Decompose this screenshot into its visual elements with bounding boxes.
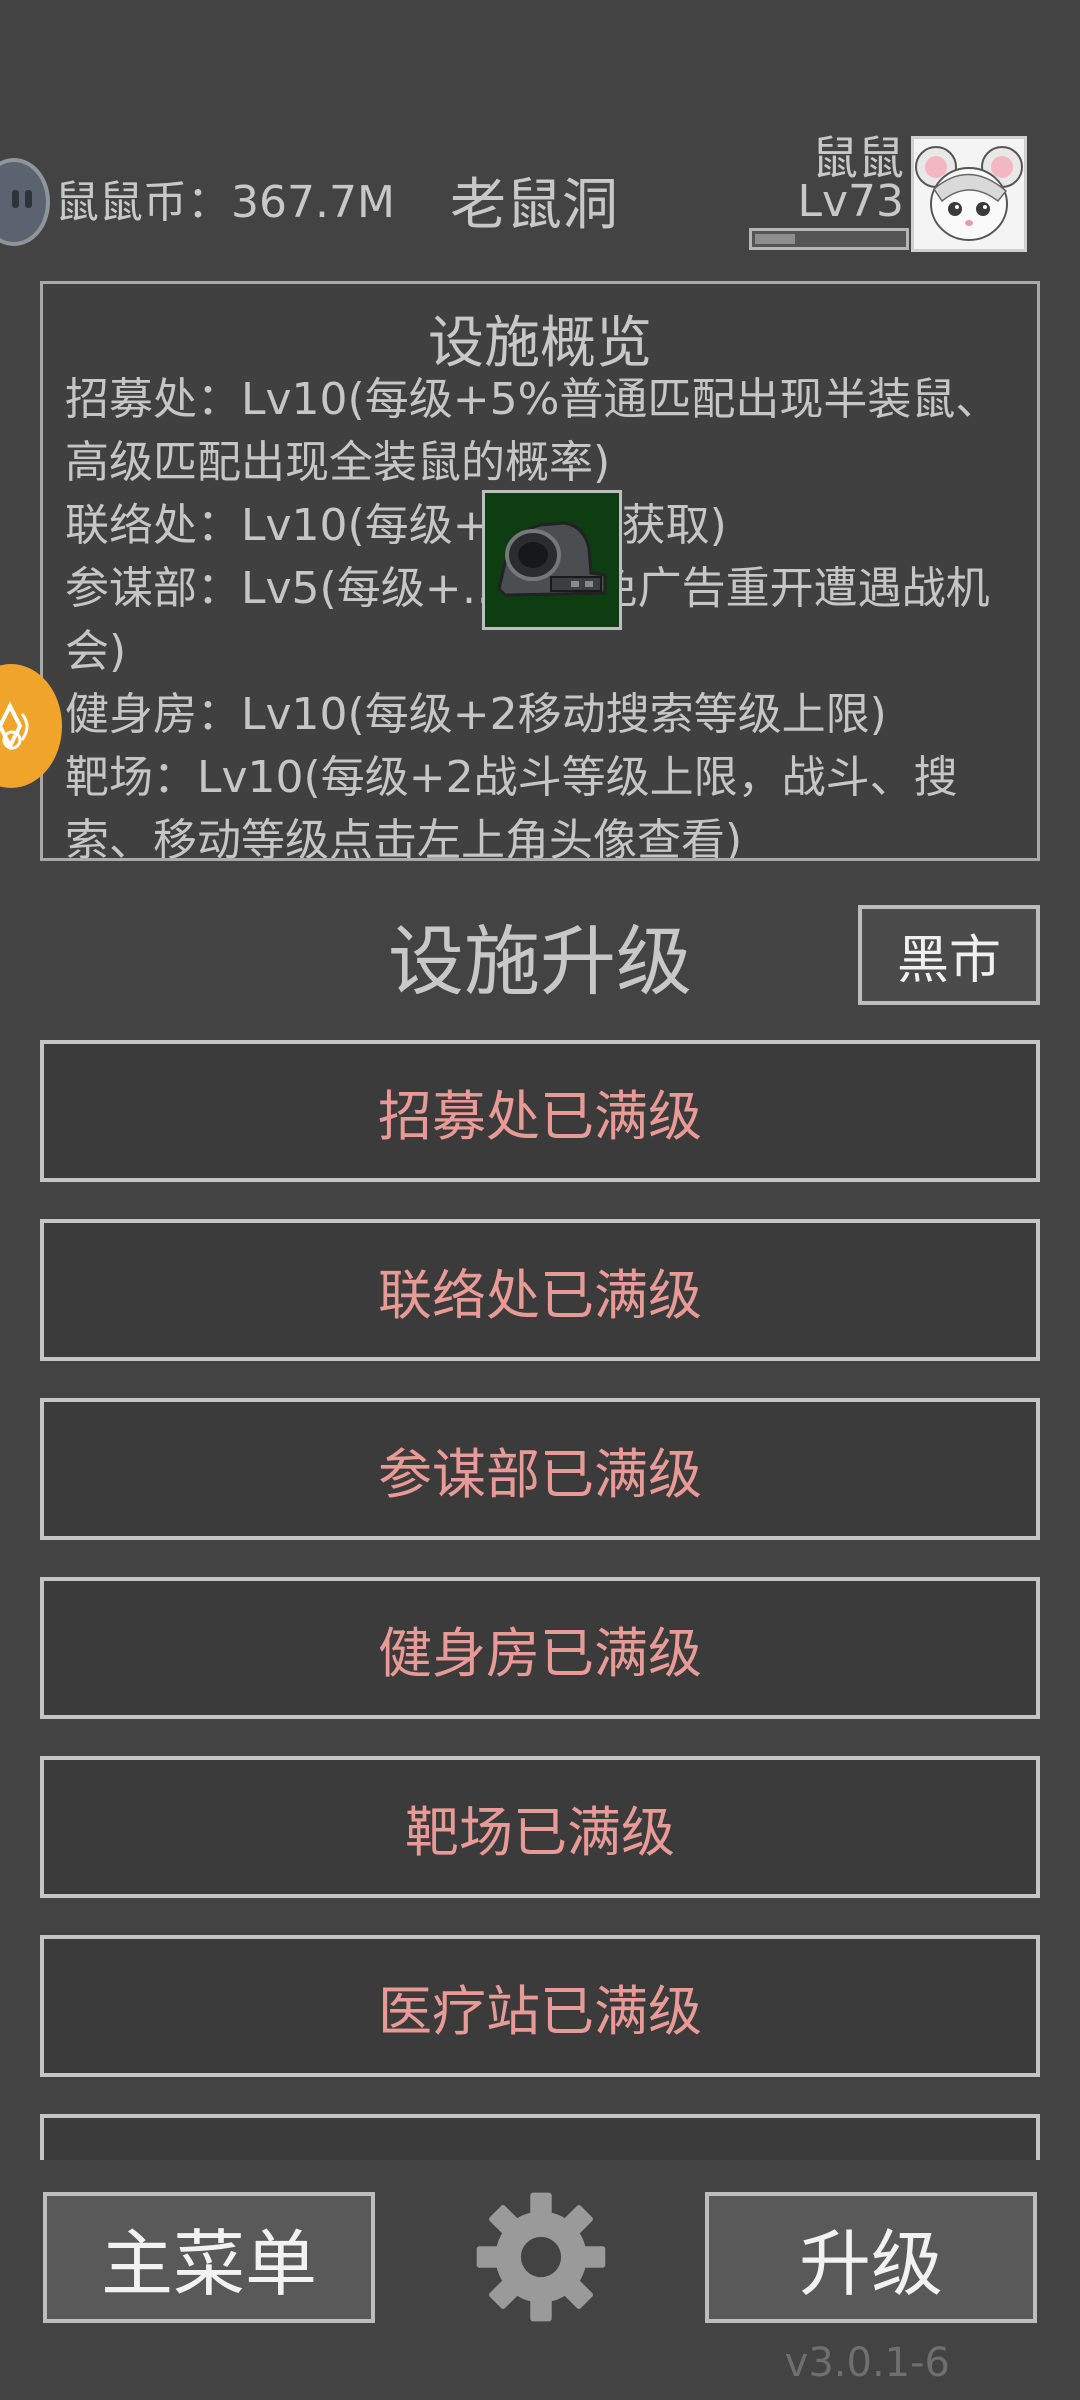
- overview-line-gym: 健身房：Lv10(每级+2移动搜索等级上限): [65, 689, 887, 740]
- player-avatar[interactable]: [911, 136, 1027, 252]
- red-dot-scope-icon: [497, 521, 607, 597]
- upgrade-next-button[interactable]: [40, 2114, 1040, 2160]
- upgrade-staff-button[interactable]: 参谋部已满级: [40, 1398, 1040, 1540]
- upgrade-gym-button[interactable]: 健身房已满级: [40, 1577, 1040, 1719]
- upgrade-liaison-button[interactable]: 联络处已满级: [40, 1219, 1040, 1361]
- overview-line-range: 靶场：Lv10(每级+2战斗等级上限，战斗、搜索、移动等级点击左上角头像查看): [65, 752, 958, 861]
- red-dot-scope-item[interactable]: [482, 490, 622, 630]
- white-mouse-avatar-icon: [914, 139, 1024, 249]
- settings-button[interactable]: [474, 2190, 608, 2324]
- area-title: 老鼠洞: [450, 173, 618, 238]
- overview-title: 设施概览: [428, 311, 652, 376]
- coin-balance: 鼠鼠币：367.7M: [55, 177, 395, 228]
- upgrade-medical-button[interactable]: 医疗站已满级: [40, 1935, 1040, 2077]
- upgrade-recruit-button[interactable]: 招募处已满级: [40, 1040, 1040, 1182]
- xp-progress-bar: [749, 228, 909, 250]
- event-symbol-icon: [0, 701, 29, 751]
- overview-line-recruit: 招募处：Lv10(每级+5%普通匹配出现半装鼠、高级匹配出现全装鼠的概率): [65, 374, 1000, 488]
- player-level: Lv73: [797, 176, 904, 227]
- black-market-button[interactable]: 黑市: [858, 905, 1040, 1005]
- gear-icon: [476, 2192, 606, 2322]
- rat-coin-icon: [0, 158, 50, 246]
- orange-event-icon[interactable]: [0, 664, 62, 788]
- version-label: v3.0.1-6: [784, 2340, 950, 2386]
- xp-progress-fill: [755, 234, 796, 244]
- upgrade-range-button[interactable]: 靶场已满级: [40, 1756, 1040, 1898]
- upgrade-button[interactable]: 升级: [705, 2192, 1037, 2323]
- facility-upgrade-list[interactable]: 招募处已满级 联络处已满级 参谋部已满级 健身房已满级 靶场已满级 医疗站已满级: [0, 1040, 1080, 2160]
- main-menu-button[interactable]: 主菜单: [43, 2192, 375, 2323]
